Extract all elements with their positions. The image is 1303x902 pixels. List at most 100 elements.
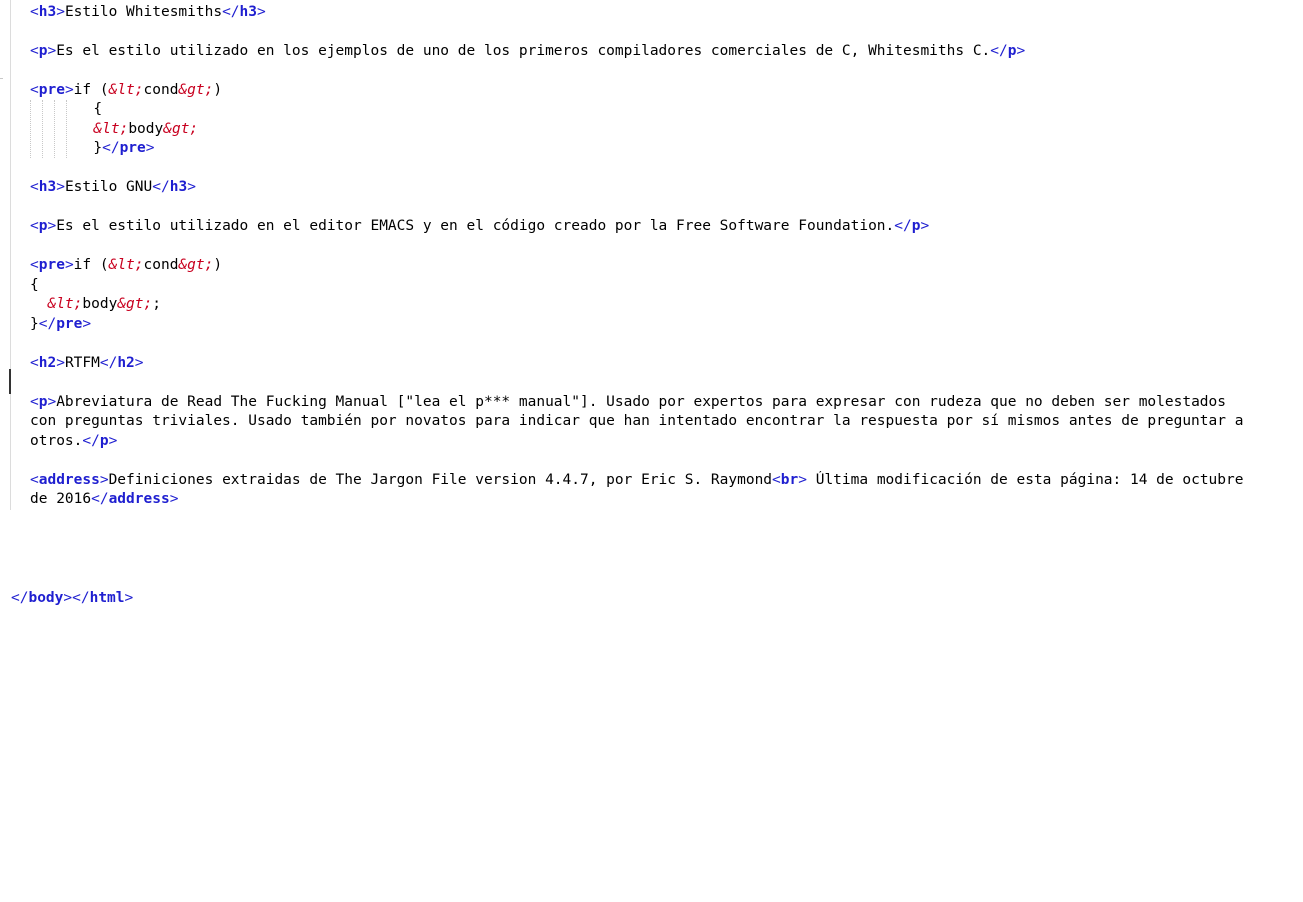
code-line[interactable]: <h2>RTFM</h2> <box>0 354 1303 374</box>
code-line[interactable]: <p>Abreviatura de Read The Fucking Manua… <box>0 393 1303 413</box>
tag-punctuation: </ <box>894 218 912 234</box>
tag-punctuation: > <box>47 394 57 410</box>
tag-punctuation: > <box>64 82 74 98</box>
tag-punctuation: </ <box>99 355 118 371</box>
tag-name: h3 <box>38 4 57 20</box>
tag-punctuation: > <box>56 4 65 20</box>
code-text: Es el estilo utilizado en los ejemplos d… <box>56 43 991 59</box>
tag-punctuation: </ <box>82 433 100 449</box>
tag-name: pre <box>56 316 83 332</box>
code-text: Definiciones extraidas de The Jargon Fil… <box>108 472 773 488</box>
code-text: ) <box>213 257 223 273</box>
code-line[interactable]: { <box>0 100 1303 120</box>
code-line[interactable]: <pre>if (&lt;cond&gt;) <box>0 256 1303 276</box>
code-line[interactable]: otros.</p> <box>0 432 1303 452</box>
tag-punctuation: > <box>920 218 930 234</box>
code-line[interactable]: <p>Es el estilo utilizado en los ejemplo… <box>0 42 1303 62</box>
tag-punctuation: > <box>64 257 74 273</box>
text-cursor <box>9 369 11 394</box>
tag-punctuation: > <box>169 491 179 507</box>
tag-name: h3 <box>239 4 258 20</box>
code-text: ; <box>152 296 161 312</box>
tag-punctuation: > <box>798 472 807 488</box>
code-line[interactable]: <h3>Estilo GNU</h3> <box>0 178 1303 198</box>
code-text: Estilo Whitesmiths <box>64 4 223 20</box>
code-line[interactable]: </body></html> <box>0 589 1303 609</box>
tag-punctuation: > <box>47 218 57 234</box>
code-text: de 2016 <box>30 491 92 507</box>
tag-name: pre <box>38 257 65 273</box>
tag-punctuation: > <box>1016 43 1026 59</box>
tag-punctuation: < <box>772 472 781 488</box>
html-entity: &lt; <box>47 296 83 312</box>
html-entity: &lt; <box>108 82 144 98</box>
tag-punctuation: </ <box>990 43 1008 59</box>
code-line[interactable]: &lt;body&gt; <box>0 120 1303 140</box>
tag-name: h2 <box>117 355 135 371</box>
code-text: Última modificación de esta página: 14 d… <box>806 472 1244 488</box>
code-text: Estilo GNU <box>64 179 153 195</box>
tag-punctuation: </ <box>38 316 57 332</box>
tag-name: html <box>89 590 125 606</box>
code-line[interactable]: <pre>if (&lt;cond&gt;) <box>0 81 1303 101</box>
tag-punctuation: < <box>30 179 39 195</box>
tag-punctuation: < <box>30 43 39 59</box>
tag-name: pre <box>38 82 65 98</box>
code-line[interactable]: &lt;body&gt;; <box>0 295 1303 315</box>
tag-name: h2 <box>38 355 57 371</box>
tag-punctuation: < <box>30 472 39 488</box>
code-text: con preguntas triviales. Usado también p… <box>30 413 1244 429</box>
tag-name: address <box>38 472 100 488</box>
tag-punctuation: < <box>30 394 39 410</box>
tag-punctuation: </ <box>222 4 240 20</box>
tag-punctuation: </ <box>91 491 109 507</box>
tag-punctuation: > <box>47 43 57 59</box>
tag-punctuation: > <box>99 472 109 488</box>
code-text: cond <box>143 82 179 98</box>
tag-punctuation: > <box>145 140 155 156</box>
code-line[interactable]: de 2016</address> <box>0 490 1303 510</box>
code-text: body <box>128 121 164 137</box>
tag-punctuation: ></ <box>63 590 90 606</box>
code-text: { <box>30 277 39 293</box>
code-line[interactable]: }</pre> <box>0 315 1303 335</box>
code-text: if ( <box>73 257 109 273</box>
code-text: RTFM <box>64 355 100 371</box>
tag-name: h3 <box>38 179 57 195</box>
code-text: Es el estilo utilizado en el editor EMAC… <box>56 218 895 234</box>
tag-name: pre <box>119 140 146 156</box>
code-text: body <box>82 296 118 312</box>
html-entity: &gt; <box>178 82 214 98</box>
code-line[interactable]: { <box>0 276 1303 296</box>
tag-punctuation: </ <box>152 179 170 195</box>
code-text: cond <box>143 257 179 273</box>
tag-punctuation: </ <box>102 140 120 156</box>
fold-marker <box>0 78 3 79</box>
html-entity: &gt; <box>178 257 214 273</box>
tag-name: br <box>780 472 799 488</box>
code-line[interactable]: }</pre> <box>0 139 1303 159</box>
tag-punctuation: > <box>108 433 118 449</box>
code-editor[interactable]: <h3>Estilo Whitesmiths</h3> <p>Es el est… <box>0 0 1303 902</box>
tag-name: address <box>108 491 170 507</box>
code-text: otros. <box>30 433 83 449</box>
tag-name: p <box>1007 43 1017 59</box>
code-text: } <box>41 140 103 156</box>
tag-punctuation: > <box>56 179 65 195</box>
tag-punctuation: > <box>187 179 196 195</box>
code-line[interactable]: con preguntas triviales. Usado también p… <box>0 412 1303 432</box>
html-entity: &gt; <box>163 121 199 137</box>
tag-punctuation: < <box>30 355 39 371</box>
html-entity: &gt; <box>117 296 153 312</box>
code-text: if ( <box>73 82 109 98</box>
tag-punctuation: < <box>30 4 39 20</box>
tag-name: h3 <box>169 179 188 195</box>
tag-punctuation: > <box>56 355 65 371</box>
tag-punctuation: > <box>257 4 266 20</box>
code-line[interactable]: <address>Definiciones extraidas de The J… <box>0 471 1303 491</box>
html-entity: &lt; <box>108 257 144 273</box>
code-line[interactable]: <p>Es el estilo utilizado en el editor E… <box>0 217 1303 237</box>
code-line[interactable]: <h3>Estilo Whitesmiths</h3> <box>0 3 1303 23</box>
